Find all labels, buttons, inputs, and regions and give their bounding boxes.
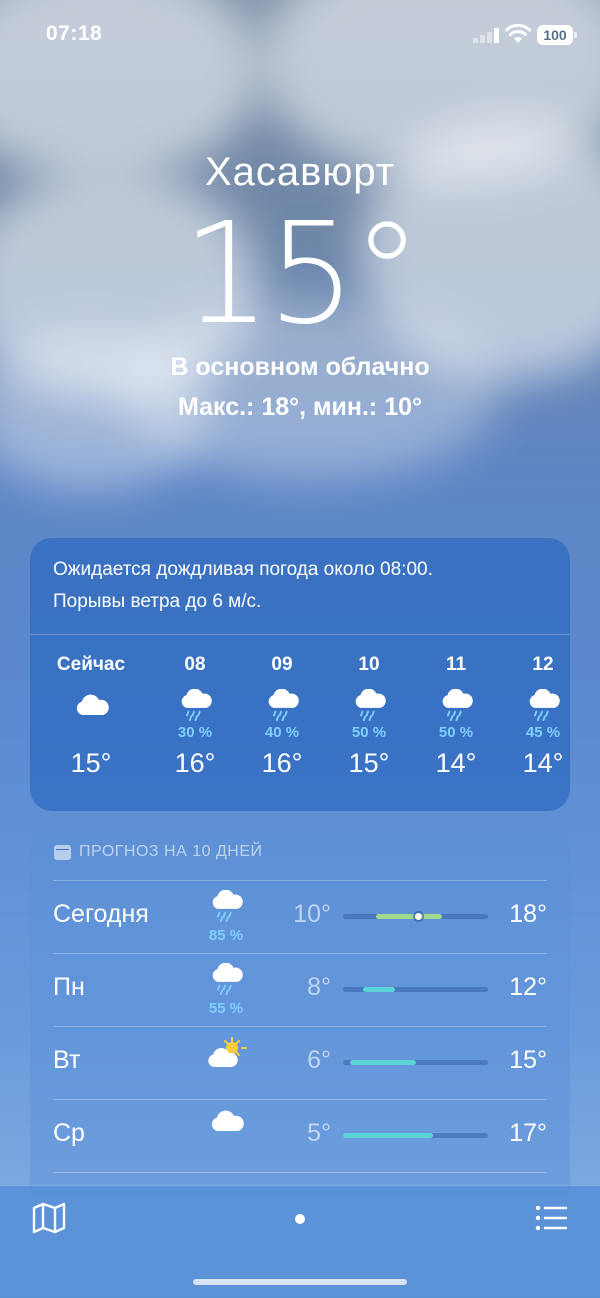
row-divider bbox=[53, 1172, 547, 1173]
cloud-icon bbox=[48, 688, 134, 724]
cellular-signal-icon bbox=[473, 27, 501, 43]
precipitation-chance: 30 % bbox=[177, 724, 213, 741]
row-divider-line bbox=[53, 1172, 547, 1173]
high-low-temperature: Макс.: 18°, мин.: 10° bbox=[177, 393, 423, 421]
day-label: Пн bbox=[53, 973, 85, 1001]
day-label: Вт bbox=[53, 1046, 81, 1074]
day-weather: 55 % bbox=[201, 962, 251, 1017]
low-temperature: 6° bbox=[307, 1046, 331, 1074]
current-temperature: 15° bbox=[181, 193, 422, 356]
hourly-item: 09 40 % 16° bbox=[239, 654, 325, 779]
low-temperature: 10° bbox=[293, 900, 331, 928]
precipitation-chance: 85 % bbox=[208, 927, 244, 944]
hour-label: 08 bbox=[184, 654, 206, 675]
high-temperature: 17° bbox=[509, 1119, 547, 1147]
partly-cloudy-sun-icon bbox=[201, 1036, 251, 1075]
temperature-range-bar bbox=[343, 913, 488, 920]
hourly-item: 12 45 % 14° bbox=[500, 654, 586, 779]
low-temperature: 5° bbox=[307, 1119, 331, 1147]
wifi-icon bbox=[505, 23, 531, 43]
temperature-range-bar bbox=[343, 1133, 488, 1138]
temperature-range-bar bbox=[343, 1060, 488, 1065]
map-icon[interactable] bbox=[32, 1202, 66, 1234]
hour-label: 09 bbox=[271, 654, 293, 675]
bottom-toolbar bbox=[0, 1185, 600, 1298]
city-name: Хасавюрт bbox=[204, 150, 396, 194]
hourly-item: 11 50 % 14° bbox=[413, 654, 499, 779]
page-indicator-dot[interactable] bbox=[295, 1214, 305, 1224]
hour-label: 12 bbox=[532, 654, 554, 675]
row-divider bbox=[53, 953, 547, 954]
cloud-icon bbox=[201, 1109, 251, 1140]
row-divider bbox=[53, 1026, 547, 1027]
hourly-forecast-card[interactable]: Ожидается дождливая погода около 08:00. … bbox=[30, 538, 570, 811]
precipitation-chance: 50 % bbox=[438, 724, 474, 741]
hour-label: 11 bbox=[445, 654, 467, 675]
hour-label: Сейчас bbox=[56, 654, 126, 675]
ten-day-forecast-card[interactable]: ПРОГНОЗ НА 10 ДНЕЙ Сегодня 85 % 10° 18° Пн 55… bbox=[30, 826, 570, 1206]
row-divider bbox=[53, 880, 547, 881]
cloud-rain-icon bbox=[413, 688, 499, 724]
cloud-rain-icon bbox=[152, 688, 238, 724]
current-condition: В основном облачно bbox=[170, 353, 430, 381]
daily-row[interactable]: Сегодня 85 % 10° 18° bbox=[53, 880, 547, 953]
hour-label: 10 bbox=[358, 654, 380, 675]
temperature-range-bar bbox=[343, 987, 488, 992]
day-weather: 85 % bbox=[201, 889, 251, 944]
temperature-range-fill bbox=[376, 914, 442, 919]
precipitation-chance: 40 % bbox=[264, 724, 300, 741]
row-divider bbox=[53, 1099, 547, 1100]
precipitation-chance bbox=[48, 724, 134, 744]
day-weather bbox=[201, 1036, 251, 1073]
hourly-item: 08 30 % 16° bbox=[152, 654, 238, 779]
calendar-icon bbox=[54, 844, 71, 860]
cloud-rain-icon bbox=[239, 688, 325, 724]
hour-temperature: 16° bbox=[261, 748, 303, 778]
divider bbox=[30, 634, 570, 635]
cloud-rain-icon bbox=[201, 889, 251, 929]
cloud-rain-icon bbox=[201, 962, 251, 1002]
high-temperature: 15° bbox=[509, 1046, 547, 1074]
day-label: Сегодня bbox=[53, 900, 149, 928]
precipitation-chance: 50 % bbox=[351, 724, 387, 741]
forecast-summary: Ожидается дождливая погода около 08:00. … bbox=[53, 559, 433, 612]
day-label: Ср bbox=[53, 1119, 85, 1147]
hour-temperature: 14° bbox=[522, 748, 564, 778]
cloud-rain-icon bbox=[500, 688, 586, 724]
high-temperature: 12° bbox=[509, 973, 547, 1001]
home-indicator[interactable] bbox=[193, 1279, 407, 1285]
hourly-item: 10 50 % 15° bbox=[326, 654, 412, 779]
temperature-range-fill bbox=[343, 1133, 433, 1138]
cloud-rain-icon bbox=[326, 688, 412, 724]
hour-temperature: 15° bbox=[70, 748, 112, 778]
daily-row[interactable]: Вт 6° 15° bbox=[53, 1026, 547, 1099]
hour-temperature: 15° bbox=[348, 748, 390, 778]
daily-row[interactable]: Пн 55 % 8° 12° bbox=[53, 953, 547, 1026]
status-time: 07:18 bbox=[46, 22, 103, 45]
temperature-range-fill bbox=[363, 987, 396, 992]
list-icon[interactable] bbox=[535, 1204, 567, 1232]
hour-temperature: 16° bbox=[174, 748, 216, 778]
low-temperature: 8° bbox=[307, 973, 331, 1001]
hourly-item: Сейчас 15° bbox=[48, 654, 134, 779]
precipitation-chance: 55 % bbox=[208, 1000, 244, 1017]
hour-temperature: 14° bbox=[435, 748, 477, 778]
battery-indicator: 100 bbox=[537, 25, 577, 45]
temperature-range-fill bbox=[350, 1060, 416, 1065]
daily-row[interactable]: Ср 5° 17° bbox=[53, 1099, 547, 1172]
high-temperature: 18° bbox=[509, 900, 547, 928]
precipitation-chance: 45 % bbox=[525, 724, 561, 741]
status-bar: 07:18 100 bbox=[0, 0, 600, 70]
day-weather bbox=[201, 1109, 251, 1138]
ten-day-header: ПРОГНОЗ НА 10 ДНЕЙ bbox=[54, 843, 263, 861]
